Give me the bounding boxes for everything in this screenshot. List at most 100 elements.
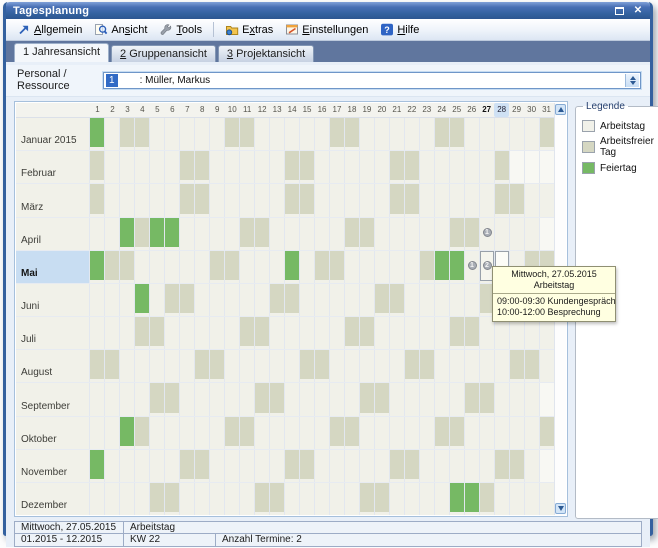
day-cell[interactable] — [390, 450, 405, 482]
menu-item-extras[interactable]: Extras — [220, 21, 278, 38]
day-cell[interactable] — [90, 151, 105, 183]
day-cell[interactable] — [120, 483, 135, 515]
menu-item-ansicht[interactable]: Ansicht — [89, 21, 152, 38]
day-cell[interactable] — [225, 284, 240, 316]
day-cell[interactable] — [405, 383, 420, 415]
day-cell[interactable] — [345, 151, 360, 183]
day-cell[interactable] — [255, 184, 270, 216]
day-cell[interactable] — [315, 218, 330, 250]
day-cell[interactable] — [420, 284, 435, 316]
day-cell[interactable] — [120, 317, 135, 349]
day-cell[interactable] — [180, 284, 195, 316]
day-cell[interactable] — [210, 350, 225, 382]
day-cell[interactable] — [465, 317, 480, 349]
day-cell[interactable] — [150, 450, 165, 482]
day-cell[interactable] — [330, 284, 345, 316]
day-cell[interactable] — [345, 450, 360, 482]
day-cell[interactable] — [435, 317, 450, 349]
day-cell[interactable] — [315, 417, 330, 449]
day-cell[interactable] — [240, 383, 255, 415]
day-cell[interactable] — [525, 218, 540, 250]
day-cell[interactable] — [315, 450, 330, 482]
day-cell[interactable] — [300, 284, 315, 316]
day-cell[interactable] — [495, 151, 510, 183]
day-cell[interactable] — [360, 350, 375, 382]
day-cell[interactable] — [330, 483, 345, 515]
day-cell[interactable] — [135, 417, 150, 449]
day-cell[interactable] — [150, 284, 165, 316]
day-cell[interactable] — [180, 350, 195, 382]
day-cell[interactable] — [465, 417, 480, 449]
day-cell[interactable] — [285, 151, 300, 183]
day-cell[interactable] — [315, 350, 330, 382]
day-cell[interactable] — [420, 350, 435, 382]
day-cell[interactable] — [375, 251, 390, 283]
day-cell[interactable] — [135, 483, 150, 515]
day-cell[interactable] — [120, 350, 135, 382]
day-cell[interactable] — [120, 151, 135, 183]
day-cell[interactable] — [150, 417, 165, 449]
day-cell[interactable] — [540, 218, 554, 250]
day-cell[interactable] — [435, 118, 450, 150]
day-cell[interactable] — [90, 251, 105, 283]
day-cell[interactable] — [105, 350, 120, 382]
day-cell[interactable] — [420, 317, 435, 349]
day-cell[interactable] — [330, 350, 345, 382]
day-cell[interactable] — [360, 218, 375, 250]
day-cell[interactable] — [375, 284, 390, 316]
day-cell[interactable] — [270, 251, 285, 283]
day-cell[interactable] — [225, 483, 240, 515]
day-cell[interactable] — [165, 450, 180, 482]
day-cell[interactable] — [450, 184, 465, 216]
day-cell[interactable] — [105, 450, 120, 482]
day-cell[interactable] — [240, 417, 255, 449]
day-cell[interactable] — [135, 450, 150, 482]
day-cell[interactable] — [525, 450, 540, 482]
day-cell[interactable] — [540, 417, 554, 449]
day-cell[interactable] — [120, 383, 135, 415]
day-cell[interactable] — [435, 350, 450, 382]
day-cell[interactable] — [525, 151, 540, 183]
day-cell[interactable] — [435, 483, 450, 515]
day-cell[interactable] — [510, 417, 525, 449]
day-cell[interactable] — [225, 317, 240, 349]
day-cell[interactable] — [165, 118, 180, 150]
day-cell[interactable] — [375, 483, 390, 515]
day-cell[interactable] — [375, 383, 390, 415]
day-cell[interactable] — [165, 184, 180, 216]
day-cell[interactable] — [285, 317, 300, 349]
day-cell[interactable] — [210, 251, 225, 283]
day-cell[interactable] — [270, 483, 285, 515]
day-cell[interactable] — [90, 450, 105, 482]
day-cell[interactable] — [165, 151, 180, 183]
day-cell[interactable] — [510, 218, 525, 250]
day-cell[interactable] — [420, 251, 435, 283]
day-cell[interactable] — [105, 184, 120, 216]
day-cell[interactable] — [390, 317, 405, 349]
day-cell[interactable] — [390, 350, 405, 382]
day-cell[interactable] — [360, 118, 375, 150]
day-cell[interactable] — [300, 350, 315, 382]
day-cell[interactable] — [150, 218, 165, 250]
day-cell[interactable] — [495, 417, 510, 449]
day-cell[interactable] — [285, 118, 300, 150]
day-cell[interactable] — [165, 417, 180, 449]
day-cell[interactable] — [435, 450, 450, 482]
day-cell[interactable] — [345, 417, 360, 449]
day-cell[interactable] — [210, 218, 225, 250]
day-cell[interactable] — [255, 317, 270, 349]
day-cell[interactable] — [390, 218, 405, 250]
day-cell[interactable] — [225, 350, 240, 382]
day-cell[interactable] — [510, 118, 525, 150]
day-cell[interactable] — [195, 350, 210, 382]
day-cell[interactable] — [165, 284, 180, 316]
day-cell[interactable] — [405, 483, 420, 515]
day-cell[interactable] — [150, 317, 165, 349]
scroll-up-button[interactable] — [555, 104, 566, 115]
tab-gruppenansicht[interactable]: 2 Gruppenansicht — [111, 45, 216, 62]
day-cell[interactable] — [510, 184, 525, 216]
day-cell[interactable] — [450, 383, 465, 415]
day-cell[interactable] — [105, 483, 120, 515]
day-cell[interactable] — [495, 184, 510, 216]
day-cell[interactable] — [420, 483, 435, 515]
